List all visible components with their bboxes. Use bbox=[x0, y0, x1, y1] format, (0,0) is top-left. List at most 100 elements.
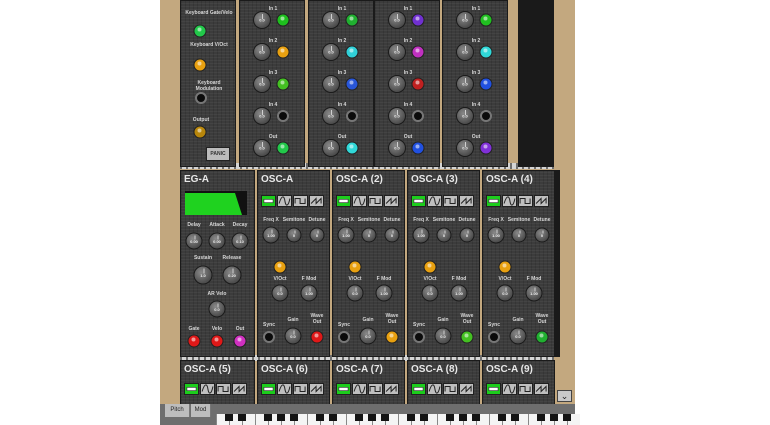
piano-black-key[interactable] bbox=[563, 414, 571, 421]
detune-knob[interactable]: 0 bbox=[384, 227, 400, 243]
fmod-input-knob[interactable]: 0.0 bbox=[271, 284, 289, 302]
waveform-button[interactable] bbox=[216, 383, 231, 395]
sync-jack[interactable] bbox=[413, 331, 425, 343]
mixer-gain-knob[interactable]: 0.0 bbox=[456, 43, 474, 61]
mixer-gain-knob[interactable]: 0.0 bbox=[388, 75, 406, 93]
waveform-button[interactable] bbox=[384, 195, 399, 207]
mixer-gain-knob[interactable]: 0.0 bbox=[253, 43, 271, 61]
waveform-button[interactable] bbox=[184, 383, 199, 395]
waveform-button[interactable] bbox=[261, 383, 276, 395]
waveform-button[interactable] bbox=[502, 383, 517, 395]
sync-jack[interactable] bbox=[263, 331, 275, 343]
output-jack[interactable] bbox=[193, 125, 207, 139]
mixer-gain-knob[interactable]: 0.0 bbox=[388, 11, 406, 29]
mixer-gain-knob[interactable]: 0.0 bbox=[322, 11, 340, 29]
piano-black-key[interactable] bbox=[355, 414, 363, 421]
mixer-jack[interactable] bbox=[411, 141, 425, 155]
ar-velo-knob[interactable]: 0.0 bbox=[208, 300, 226, 318]
waveform-button[interactable] bbox=[277, 383, 292, 395]
waveform-button[interactable] bbox=[427, 383, 442, 395]
waveform-button[interactable] bbox=[518, 383, 533, 395]
mixer-gain-knob[interactable]: 0.0 bbox=[322, 43, 340, 61]
waveform-button[interactable] bbox=[336, 195, 351, 207]
piano-black-key[interactable] bbox=[316, 414, 324, 421]
mixer-jack[interactable] bbox=[345, 13, 359, 27]
pitch-button[interactable]: Pitch bbox=[165, 404, 190, 417]
wave-out-jack[interactable] bbox=[460, 330, 474, 344]
piano-black-key[interactable] bbox=[290, 414, 298, 421]
waveform-button[interactable] bbox=[443, 383, 458, 395]
freq-knob[interactable]: 1.00 bbox=[337, 226, 355, 244]
waveform-button[interactable] bbox=[309, 383, 324, 395]
piano-black-key[interactable] bbox=[446, 414, 454, 421]
mixer-gain-knob[interactable]: 0.0 bbox=[456, 107, 474, 125]
mixer-gain-knob[interactable]: 0.0 bbox=[253, 75, 271, 93]
mixer-jack[interactable] bbox=[411, 45, 425, 59]
fmod-amount-knob[interactable]: 1.00 bbox=[525, 284, 543, 302]
freq-knob[interactable]: 1.00 bbox=[487, 226, 505, 244]
mixer-jack[interactable] bbox=[276, 141, 290, 155]
gain-knob[interactable]: 0.0 bbox=[284, 327, 302, 345]
fmod-amount-knob[interactable]: 1.00 bbox=[375, 284, 393, 302]
waveform-button[interactable] bbox=[368, 383, 383, 395]
velo-jack[interactable] bbox=[210, 334, 224, 348]
voct-jack[interactable] bbox=[498, 260, 512, 274]
mixer-jack[interactable] bbox=[412, 110, 424, 122]
freq-knob[interactable]: 1.00 bbox=[412, 226, 430, 244]
wave-out-jack[interactable] bbox=[385, 330, 399, 344]
piano-black-key[interactable] bbox=[238, 414, 246, 421]
mixer-gain-knob[interactable]: 0.0 bbox=[456, 75, 474, 93]
decay-knob[interactable]: 0.10 bbox=[231, 232, 249, 250]
mixer-jack[interactable] bbox=[276, 45, 290, 59]
waveform-button[interactable] bbox=[443, 195, 458, 207]
mixer-gain-knob[interactable]: 0.0 bbox=[322, 139, 340, 157]
waveform-button[interactable] bbox=[384, 383, 399, 395]
piano-black-key[interactable] bbox=[277, 414, 285, 421]
mixer-gain-knob[interactable]: 0.0 bbox=[322, 75, 340, 93]
semitone-knob[interactable]: 0 bbox=[286, 227, 302, 243]
detune-knob[interactable]: 0 bbox=[534, 227, 550, 243]
piano-black-key[interactable] bbox=[420, 414, 428, 421]
mixer-gain-knob[interactable]: 0.0 bbox=[322, 107, 340, 125]
waveform-button[interactable] bbox=[293, 195, 308, 207]
scroll-down-button[interactable]: ⌄ bbox=[557, 390, 572, 402]
sync-jack[interactable] bbox=[338, 331, 350, 343]
mixer-jack[interactable] bbox=[276, 13, 290, 27]
piano-black-key[interactable] bbox=[459, 414, 467, 421]
waveform-button[interactable] bbox=[232, 383, 247, 395]
waveform-button[interactable] bbox=[309, 195, 324, 207]
waveform-button[interactable] bbox=[427, 195, 442, 207]
voct-jack[interactable] bbox=[273, 260, 287, 274]
waveform-button[interactable] bbox=[459, 195, 474, 207]
waveform-button[interactable] bbox=[486, 195, 501, 207]
mod-button[interactable]: Mod bbox=[191, 404, 211, 417]
mixer-gain-knob[interactable]: 0.0 bbox=[388, 107, 406, 125]
waveform-button[interactable] bbox=[336, 383, 351, 395]
waveform-button[interactable] bbox=[368, 195, 383, 207]
panic-button[interactable]: PANIC bbox=[206, 147, 230, 161]
waveform-button[interactable] bbox=[277, 195, 292, 207]
waveform-button[interactable] bbox=[502, 195, 517, 207]
piano-black-key[interactable] bbox=[368, 414, 376, 421]
fmod-input-knob[interactable]: 0.0 bbox=[421, 284, 439, 302]
fmod-amount-knob[interactable]: 1.00 bbox=[450, 284, 468, 302]
piano-black-key[interactable] bbox=[498, 414, 506, 421]
mixer-jack[interactable] bbox=[345, 45, 359, 59]
release-knob[interactable]: 0.20 bbox=[222, 265, 242, 285]
piano-black-key[interactable] bbox=[550, 414, 558, 421]
waveform-button[interactable] bbox=[293, 383, 308, 395]
gate-jack[interactable] bbox=[187, 334, 201, 348]
mixer-jack[interactable] bbox=[277, 110, 289, 122]
waveform-button[interactable] bbox=[411, 383, 426, 395]
keyboard-mod-jack[interactable] bbox=[195, 92, 207, 104]
piano-black-key[interactable] bbox=[225, 414, 233, 421]
piano-black-key[interactable] bbox=[407, 414, 415, 421]
waveform-button[interactable] bbox=[200, 383, 215, 395]
mixer-jack[interactable] bbox=[480, 110, 492, 122]
waveform-button[interactable] bbox=[411, 195, 426, 207]
mixer-jack[interactable] bbox=[346, 110, 358, 122]
attack-knob[interactable]: 0.00 bbox=[208, 232, 226, 250]
voct-jack[interactable] bbox=[423, 260, 437, 274]
mixer-jack[interactable] bbox=[276, 77, 290, 91]
semitone-knob[interactable]: 0 bbox=[511, 227, 527, 243]
